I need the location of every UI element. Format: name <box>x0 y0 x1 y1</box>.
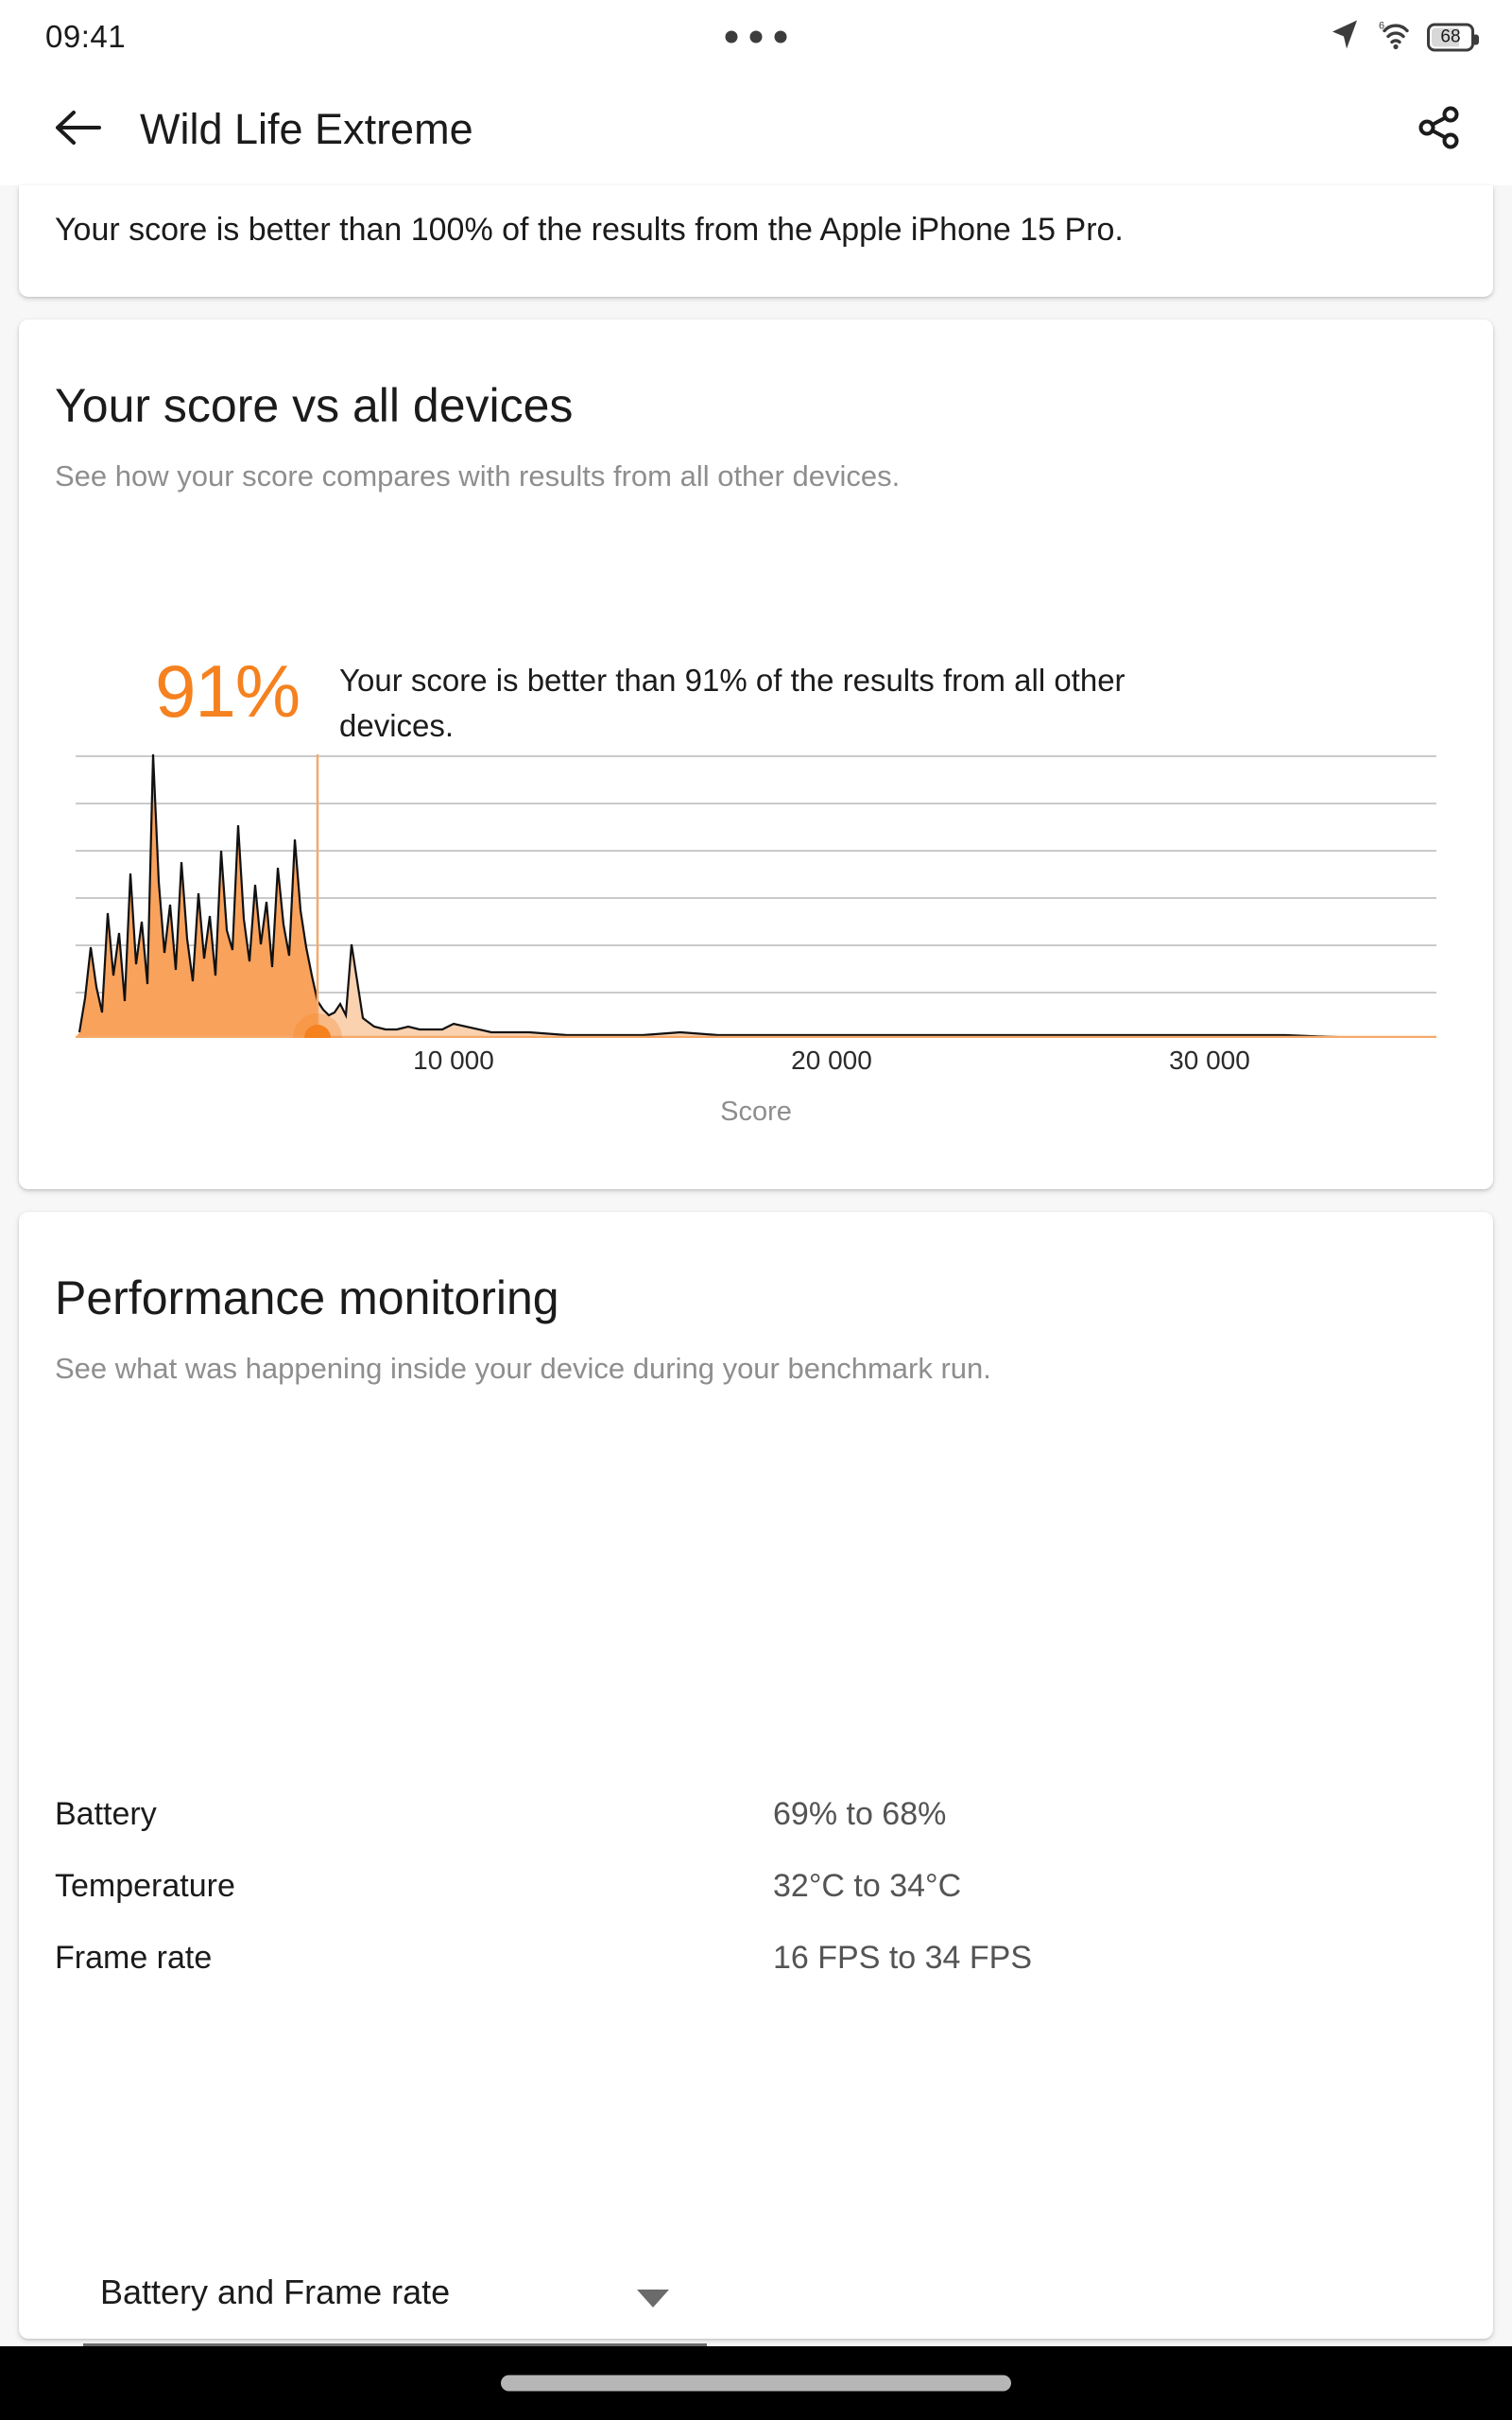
performance-row-value: 69% to 68% <box>773 1796 947 1832</box>
performance-row-value: 32°C to 34°C <box>773 1868 962 1904</box>
share-icon <box>1417 105 1462 155</box>
camera-cutout-dots <box>725 30 787 43</box>
performance-card-subheading: See what was happening inside your devic… <box>55 1352 991 1385</box>
page-title: Wild Life Extreme <box>140 105 473 153</box>
device-comparison-card: Your score is better than 100% of the re… <box>19 185 1493 297</box>
performance-row-label: Battery <box>55 1796 157 1832</box>
app-bar: Wild Life Extreme <box>0 74 1512 185</box>
score-distribution-svg <box>76 754 1436 1063</box>
performance-row: Battery 69% to 68% <box>55 1796 1378 1868</box>
metric-select[interactable]: Battery and Frame rate <box>83 2256 707 2346</box>
performance-monitoring-card: Performance monitoring See what was happ… <box>19 1212 1493 2346</box>
score-tick-label: 10 000 <box>413 1046 494 1075</box>
location-arrow-icon <box>1331 19 1359 56</box>
percentile-value: 91% <box>155 649 301 733</box>
performance-row-value: 16 FPS to 34 FPS <box>773 1940 1033 1976</box>
system-navigation-bar <box>0 2346 1512 2420</box>
score-distribution-chart[interactable] <box>76 754 1436 1063</box>
performance-card-heading: Performance monitoring <box>55 1271 559 1324</box>
performance-row: Frame rate 16 FPS to 34 FPS <box>55 1940 1378 2012</box>
battery-icon: 68 <box>1427 23 1479 51</box>
back-arrow-icon <box>54 108 103 152</box>
score-tick-label: 30 000 <box>1169 1046 1250 1075</box>
back-button[interactable] <box>51 102 106 157</box>
share-button[interactable] <box>1412 102 1467 157</box>
performance-row-label: Frame rate <box>55 1940 213 1976</box>
performance-stats-list: Battery 69% to 68% Temperature 32°C to 3… <box>55 1796 1378 2012</box>
percentile-description: Your score is better than 91% of the res… <box>339 663 1125 743</box>
performance-row-label: Temperature <box>55 1868 235 1904</box>
percentile-card-heading: Your score vs all devices <box>55 379 574 432</box>
home-gesture-pill[interactable] <box>501 2375 1011 2392</box>
battery-level-text: 68 <box>1440 26 1461 46</box>
wifi-6-icon: 6 <box>1375 19 1411 56</box>
status-bar: 09:41 6 68 <box>0 0 1512 74</box>
score-vs-all-devices-card: Your score vs all devices See how your s… <box>19 320 1493 1189</box>
status-bar-icons: 6 68 <box>1331 19 1479 56</box>
chevron-down-icon <box>637 2290 669 2308</box>
status-bar-clock: 09:41 <box>45 19 127 54</box>
app-screen: 09:41 6 68 Wild Life Extreme Your score … <box>0 0 1512 2420</box>
score-tick-label: 20 000 <box>791 1046 872 1075</box>
score-axis-title: Score <box>720 1097 792 1127</box>
performance-row: Temperature 32°C to 34°C <box>55 1868 1378 1940</box>
device-comparison-text: Your score is better than 100% of the re… <box>55 212 1124 248</box>
score-axis-ticks: 10 000 20 000 30 000 <box>76 1046 1436 1078</box>
percentile-card-subheading: See how your score compares with results… <box>55 459 901 493</box>
metric-select-value: Battery and Frame rate <box>100 2273 451 2311</box>
